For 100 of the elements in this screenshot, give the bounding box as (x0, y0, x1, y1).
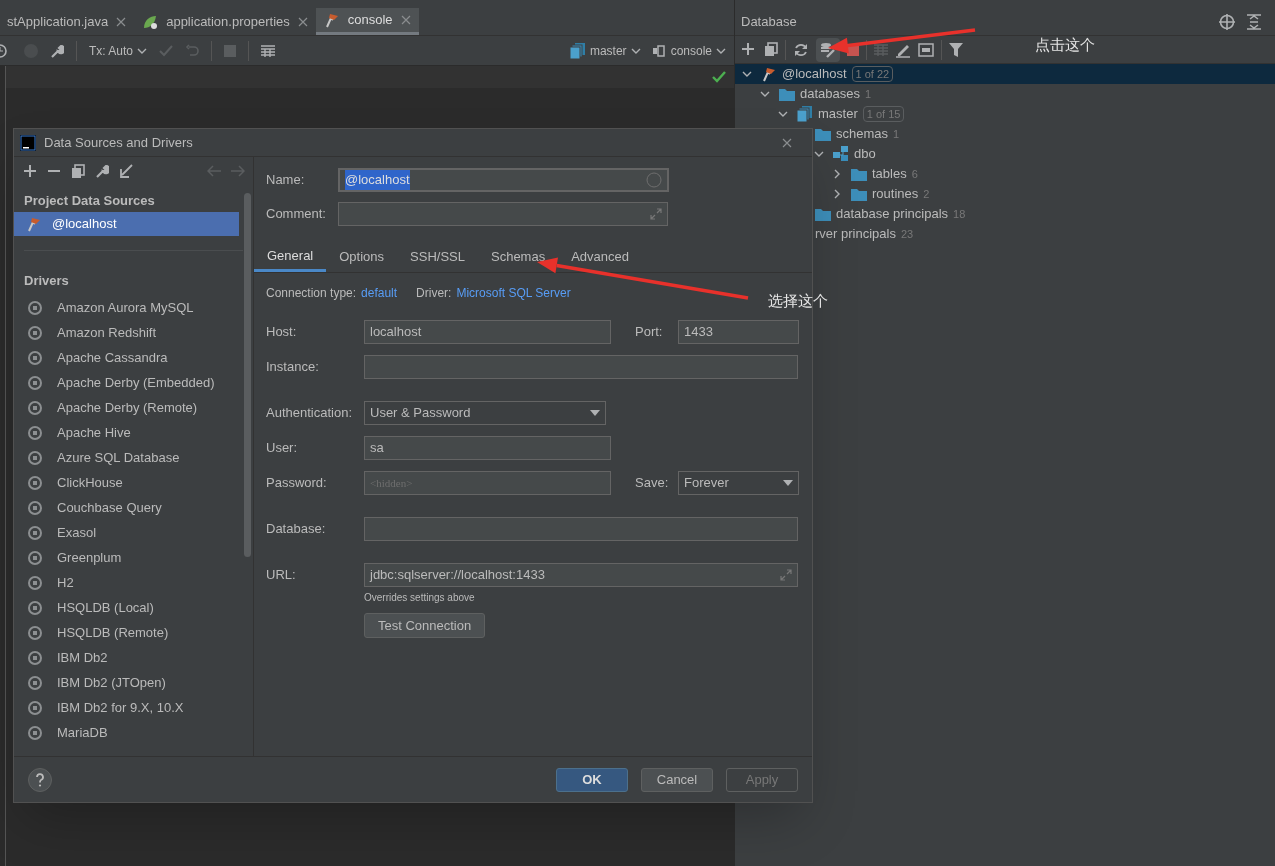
datasource-icon (26, 216, 42, 232)
driver-item[interactable]: ClickHouse (14, 470, 253, 495)
copy-icon[interactable] (764, 42, 778, 57)
database-driver-icon (27, 324, 43, 341)
crosshair-icon[interactable] (1219, 13, 1235, 30)
datasource-icon (323, 12, 340, 28)
driver-item[interactable]: Couchbase Query (14, 495, 253, 520)
input-field[interactable] (364, 355, 798, 379)
driver-item[interactable]: HSQLDB (Local) (14, 595, 253, 620)
hint-text: Overrides settings above (364, 590, 475, 605)
driver-item[interactable]: IBM Db2 (14, 645, 253, 670)
save-dropdown[interactable]: Forever (678, 471, 799, 495)
driver-item[interactable]: IBM Db2 for 9.X, 10.X (14, 695, 253, 720)
connection-type-link[interactable]: default (361, 284, 398, 302)
field-label: Save: (635, 474, 670, 493)
table-icon[interactable] (261, 44, 276, 57)
driver-item[interactable]: MariaDB (14, 720, 253, 745)
driver-item[interactable]: Amazon Aurora MySQL (14, 295, 253, 320)
driver-link[interactable]: Microsoft SQL Server (456, 284, 571, 302)
input-field[interactable]: localhost (364, 320, 611, 344)
test-connection-button[interactable]: Test Connection (364, 613, 486, 638)
refresh-icon[interactable] (793, 41, 809, 58)
close-icon[interactable] (116, 16, 127, 27)
check-icon[interactable] (159, 43, 174, 58)
help-button[interactable] (28, 767, 52, 792)
wrench-icon (820, 41, 836, 58)
driver-item[interactable]: Apache Hive (14, 420, 253, 445)
tree-item[interactable]: dbo (735, 144, 1275, 164)
add-icon[interactable] (741, 41, 757, 58)
close-icon[interactable] (782, 137, 792, 148)
filter-icon[interactable] (949, 42, 963, 57)
driver-item[interactable]: HSQLDB (Remote) (14, 620, 253, 645)
settings-tab[interactable]: Options (326, 242, 398, 272)
database-driver-icon (27, 449, 43, 466)
comment-field[interactable] (338, 202, 668, 226)
data-source-item[interactable]: @localhost (14, 212, 239, 236)
chevron-down-icon[interactable] (760, 89, 770, 99)
wrench-icon[interactable] (50, 43, 64, 58)
settings-tab[interactable]: SSH/SSL (397, 242, 478, 272)
settings-tab[interactable]: Advanced (558, 242, 642, 272)
database-icon (569, 42, 586, 59)
add-icon[interactable] (23, 164, 37, 178)
editor-tab[interactable]: console (315, 8, 419, 35)
chevron-down-icon[interactable] (778, 109, 788, 119)
database-driver-icon (27, 474, 43, 491)
field-label: Name: (266, 171, 306, 190)
field-label: Connection type: (266, 285, 357, 302)
field-label: User: (266, 439, 299, 458)
folder-icon (815, 126, 831, 142)
settings-tab[interactable]: General (254, 242, 327, 272)
dialog-button[interactable]: OK (556, 767, 628, 792)
driver-item[interactable]: Apache Derby (Embedded) (14, 370, 253, 395)
field-label: URL: (266, 566, 297, 585)
driver-item[interactable]: Exasol (14, 520, 253, 545)
tree-item[interactable]: database principals 18 (735, 204, 1275, 224)
input-field[interactable]: sa (364, 436, 611, 460)
chevron-down-icon[interactable] (814, 149, 824, 159)
driver-item[interactable]: H2 (14, 570, 253, 595)
field-label: Port: (635, 323, 664, 342)
dialog-button[interactable]: Cancel (641, 767, 713, 792)
plug-icon (652, 44, 667, 57)
properties-button[interactable] (816, 37, 840, 62)
circle-icon (646, 172, 662, 188)
settings-tab[interactable]: Schemas (478, 242, 559, 272)
authentication-dropdown[interactable]: User & Password (364, 401, 606, 425)
chevron-right-icon[interactable] (832, 189, 842, 199)
driver-item[interactable]: Apache Derby (Remote) (14, 395, 253, 420)
folder-icon (851, 186, 867, 202)
database-driver-icon (27, 424, 43, 441)
driver-item[interactable]: IBM Db2 (JTOpen) (14, 670, 253, 695)
tree-item[interactable]: @localhost 1 of 22 (735, 64, 1275, 84)
wrench-icon[interactable] (95, 164, 109, 178)
transaction-mode-dropdown[interactable]: Tx: Auto (89, 41, 148, 60)
url-field[interactable]: jdbc:sqlserver://localhost:1433 (364, 563, 798, 587)
input-field[interactable]: 1433 (678, 320, 799, 344)
database-driver-icon (27, 599, 43, 616)
editor-tab[interactable]: stApplication.java (0, 8, 135, 35)
name-field[interactable]: @localhost (338, 168, 669, 192)
driver-item[interactable]: Amazon Redshift (14, 320, 253, 345)
chevron-down-icon[interactable] (742, 69, 752, 79)
scrollbar-thumb[interactable] (244, 193, 251, 557)
copy-icon[interactable] (71, 163, 85, 179)
editor-tab[interactable]: application.properties (134, 8, 316, 35)
field-label: Password: (266, 474, 328, 493)
dropdown-arrow-icon (783, 480, 793, 486)
tree-item[interactable]: routines 2 (735, 184, 1275, 204)
input-field[interactable] (364, 517, 798, 541)
driver-item[interactable]: Greenplum (14, 545, 253, 570)
driver-item[interactable]: Azure SQL Database (14, 445, 253, 470)
field-label: Comment: (266, 205, 327, 224)
database-driver-icon (27, 349, 43, 366)
chevron-right-icon[interactable] (832, 169, 842, 179)
check-icon (712, 71, 726, 83)
import-icon[interactable] (119, 164, 133, 178)
schema-dropdown[interactable]: master (569, 41, 641, 60)
driver-item[interactable]: Apache Cassandra (14, 345, 253, 370)
session-dropdown[interactable]: console (652, 41, 726, 60)
close-icon[interactable] (297, 16, 308, 27)
console-icon[interactable] (918, 42, 934, 57)
collapse-icon[interactable] (1247, 13, 1261, 30)
